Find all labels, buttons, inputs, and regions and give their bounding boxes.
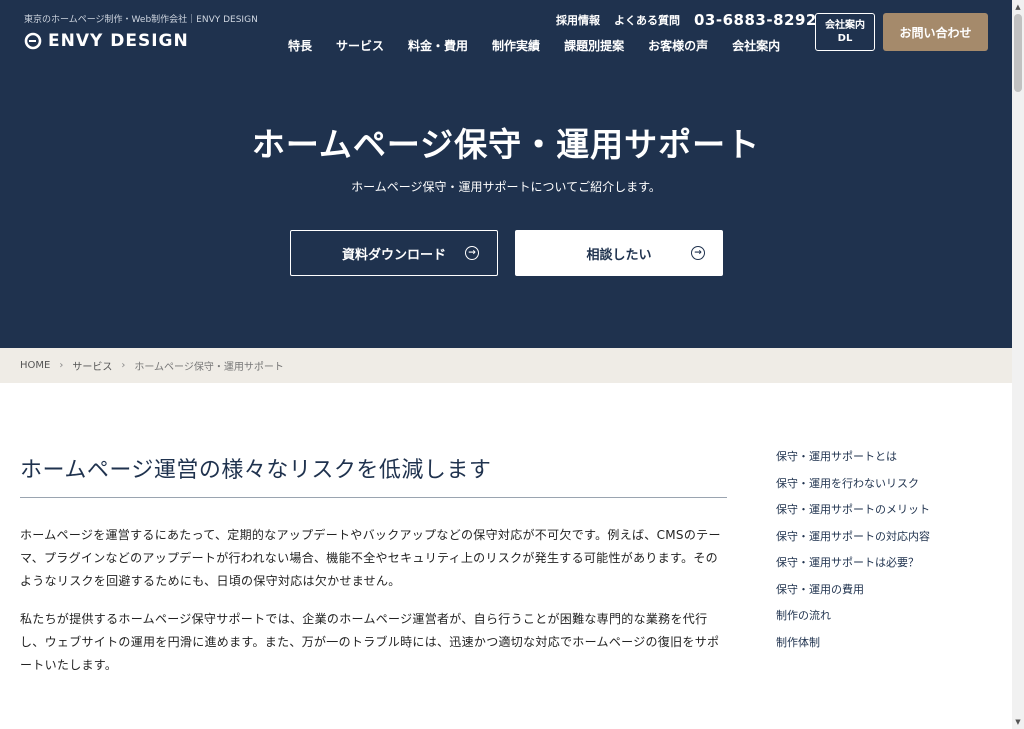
nav-item-pricing[interactable]: 料金・費用 [408, 37, 468, 54]
util-link-faq[interactable]: よくある質問 [614, 12, 680, 28]
breadcrumb-current: ホームページ保守・運用サポート [134, 362, 284, 373]
toc-item-about[interactable]: 保守・運用サポートとは [776, 448, 930, 475]
util-link-recruit[interactable]: 採用情報 [556, 12, 600, 28]
envy-logo-icon [24, 32, 42, 50]
heading-divider [20, 497, 727, 498]
main-nav: 特長 サービス 料金・費用 制作実績 課題別提案 お客様の声 会社案内 [288, 37, 780, 54]
download-button-line2: DL [837, 33, 853, 44]
arrow-circle-right-icon: → [691, 246, 705, 260]
nav-item-works[interactable]: 制作実績 [492, 37, 540, 54]
scroll-down-arrow-icon[interactable]: ▼ [1012, 717, 1024, 727]
contact-button[interactable]: お問い合わせ [883, 13, 988, 51]
scrollbar-thumb[interactable] [1014, 14, 1022, 92]
page-subtitle: ホームページ保守・運用サポートについてご紹介します。 [351, 180, 661, 194]
nav-item-services[interactable]: サービス [336, 37, 384, 54]
table-of-contents: 保守・運用サポートとは 保守・運用を行わないリスク 保守・運用サポートのメリット… [776, 448, 930, 660]
download-button-line1: 会社案内 [825, 20, 865, 31]
section-heading: ホームページ運営の様々なリスクを低減します [20, 458, 492, 483]
toc-item-merits[interactable]: 保守・運用サポートのメリット [776, 501, 930, 528]
document-download-label: 資料ダウンロード [341, 247, 446, 263]
site-tagline: 東京のホームページ制作・Web制作会社｜ENVY DESIGN [24, 15, 258, 25]
scroll-up-arrow-icon[interactable]: ▲ [1012, 2, 1024, 12]
page-title: ホームページ保守・運用サポート [251, 125, 761, 164]
nav-item-solutions[interactable]: 課題別提案 [564, 37, 624, 54]
toc-item-necessity[interactable]: 保守・運用サポートは必要？ [776, 554, 930, 581]
consult-button[interactable]: 相談したい → [515, 230, 723, 276]
breadcrumb: HOME › サービス › ホームページ保守・運用サポート [0, 348, 1012, 383]
toc-item-flow[interactable]: 制作の流れ [776, 607, 930, 634]
consult-label: 相談したい [586, 247, 652, 263]
chevron-right-icon: › [121, 360, 126, 371]
breadcrumb-home[interactable]: HOME [20, 360, 50, 371]
toc-item-cost[interactable]: 保守・運用の費用 [776, 581, 930, 608]
hero-section: 東京のホームページ制作・Web制作会社｜ENVY DESIGN ENVY DES… [0, 0, 1012, 348]
document-download-button[interactable]: 資料ダウンロード → [290, 230, 498, 276]
logo-text: ENVY DESIGN [48, 31, 189, 51]
chevron-right-icon: › [59, 360, 64, 371]
logo-link[interactable]: ENVY DESIGN [24, 31, 189, 51]
service-paragraph: 私たちが提供するホームページ保守サポートでは、企業のホームページ運営者が、自ら行… [20, 612, 720, 672]
nav-item-features[interactable]: 特長 [288, 37, 312, 54]
company-brochure-download-button[interactable]: 会社案内 DL [815, 13, 875, 51]
breadcrumb-services[interactable]: サービス [72, 358, 112, 373]
toc-item-team[interactable]: 制作体制 [776, 634, 930, 661]
page-scrollbar[interactable]: ▲ ▼ [1012, 0, 1024, 729]
utility-nav: 採用情報 よくある質問 03-6883-8292 [556, 11, 817, 29]
nav-item-voices[interactable]: お客様の声 [648, 37, 708, 54]
arrow-circle-right-icon: → [465, 246, 479, 260]
nav-item-company[interactable]: 会社案内 [732, 37, 780, 54]
intro-paragraph: ホームページを運営するにあたって、定期的なアップデートやバックアップなどの保守対… [20, 528, 721, 588]
toc-item-risks[interactable]: 保守・運用を行わないリスク [776, 475, 930, 502]
toc-item-scope[interactable]: 保守・運用サポートの対応内容 [776, 528, 930, 555]
phone-number[interactable]: 03-6883-8292 [694, 11, 817, 29]
